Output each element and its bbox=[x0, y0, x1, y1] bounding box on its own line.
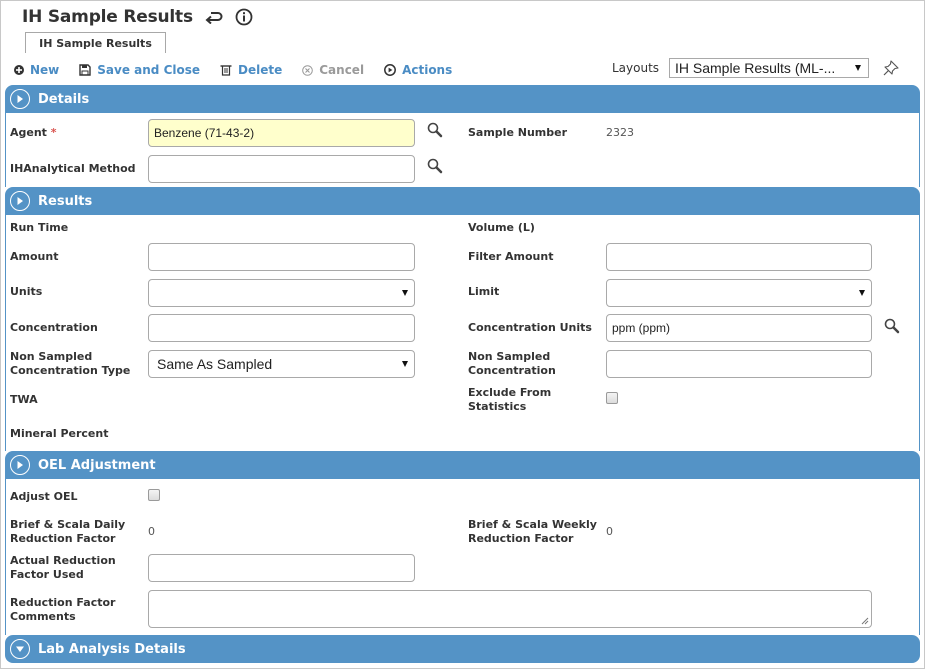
title-row: IH Sample Results bbox=[22, 6, 253, 28]
chevron-right-circle-icon bbox=[10, 89, 30, 109]
concentration-units-search-icon[interactable] bbox=[884, 318, 900, 338]
non-sampled-concentration-type-label: Non Sampled Concentration Type bbox=[10, 350, 131, 377]
adjust-oel-checkbox[interactable] bbox=[148, 489, 160, 501]
section-header-details[interactable]: Details bbox=[5, 85, 920, 113]
chevron-right-circle-icon bbox=[10, 455, 30, 475]
exclude-from-statistics-label: Exclude From Statistics bbox=[468, 386, 552, 413]
concentration-units-label: Concentration Units bbox=[468, 321, 592, 334]
concentration-units-input[interactable]: ppm (ppm) bbox=[606, 314, 872, 342]
mineral-percent-label: Mineral Percent bbox=[10, 427, 109, 440]
method-search-icon[interactable] bbox=[427, 158, 443, 178]
info-icon[interactable] bbox=[235, 8, 253, 26]
analytical-method-label: IHAnalytical Method bbox=[10, 162, 136, 175]
save-and-close-label: Save and Close bbox=[97, 63, 201, 77]
exclude-from-statistics-checkbox[interactable] bbox=[606, 392, 618, 404]
agent-label: Agent * bbox=[10, 126, 57, 139]
weekly-reduction-factor-value: 0 bbox=[606, 525, 613, 538]
chevron-down-circle-icon bbox=[10, 639, 30, 659]
section-body-results: Run Time Volume (L) Amount Filter Amount… bbox=[5, 215, 920, 451]
actual-reduction-factor-label: Actual Reduction Factor Used bbox=[10, 554, 116, 581]
trash-icon bbox=[220, 65, 232, 76]
agent-search-icon[interactable] bbox=[427, 122, 443, 142]
non-sampled-concentration-type-select[interactable]: Same As Sampled bbox=[148, 350, 415, 378]
play-circle-icon bbox=[384, 64, 397, 76]
chevron-down-icon bbox=[402, 361, 408, 367]
limit-select[interactable] bbox=[606, 279, 872, 307]
cancel-button[interactable]: Cancel bbox=[302, 63, 364, 77]
chevron-down-icon bbox=[855, 65, 861, 71]
volume-label: Volume (L) bbox=[468, 221, 535, 234]
section-header-lab-analysis-details[interactable]: Lab Analysis Details bbox=[5, 635, 920, 663]
section-header-results[interactable]: Results bbox=[5, 187, 920, 215]
units-label: Units bbox=[10, 285, 43, 298]
delete-button[interactable]: Delete bbox=[220, 63, 282, 77]
agent-input[interactable]: Benzene (71-43-2) bbox=[148, 119, 415, 147]
concentration-label: Concentration bbox=[10, 321, 98, 334]
resize-grip-icon[interactable] bbox=[861, 617, 869, 625]
cancel-label: Cancel bbox=[319, 63, 365, 77]
units-select[interactable] bbox=[148, 279, 415, 307]
new-button[interactable]: New bbox=[14, 63, 59, 77]
new-label: New bbox=[30, 63, 60, 77]
toolbar: New Save and Close Delete Cancel Actions bbox=[14, 61, 472, 79]
amount-input[interactable] bbox=[148, 243, 415, 271]
sample-number-value: 2323 bbox=[606, 126, 634, 139]
delete-label: Delete bbox=[238, 63, 283, 77]
daily-reduction-factor-value: 0 bbox=[148, 525, 155, 538]
concentration-input[interactable] bbox=[148, 314, 415, 342]
limit-label: Limit bbox=[468, 285, 500, 298]
twa-label: TWA bbox=[10, 393, 38, 406]
non-sampled-concentration-label: Non Sampled Concentration bbox=[468, 350, 556, 377]
chevron-down-icon bbox=[859, 290, 865, 296]
non-sampled-concentration-input[interactable] bbox=[606, 350, 872, 378]
tab-ih-sample-results[interactable]: IH Sample Results bbox=[25, 32, 166, 53]
section-body-details: Agent * Benzene (71-43-2) Sample Number … bbox=[5, 113, 920, 187]
actual-reduction-factor-input[interactable] bbox=[148, 554, 415, 582]
reduction-factor-comments-label: Reduction Factor Comments bbox=[10, 596, 116, 623]
sample-number-label: Sample Number bbox=[468, 126, 567, 139]
actions-button[interactable]: Actions bbox=[384, 63, 452, 77]
analytical-method-input[interactable] bbox=[148, 155, 415, 183]
section-header-oel-adjustment[interactable]: OEL Adjustment bbox=[5, 451, 920, 479]
page-title: IH Sample Results bbox=[22, 7, 193, 27]
amount-label: Amount bbox=[10, 250, 59, 263]
reduction-factor-comments-textarea[interactable] bbox=[148, 590, 872, 628]
filter-amount-input[interactable] bbox=[606, 243, 872, 271]
chevron-right-circle-icon bbox=[10, 191, 30, 211]
chevron-down-icon bbox=[402, 290, 408, 296]
weekly-reduction-factor-label: Brief & Scala Weekly Reduction Factor bbox=[468, 518, 597, 545]
save-icon bbox=[79, 64, 91, 76]
adjust-oel-label: Adjust OEL bbox=[10, 490, 78, 503]
plus-circle-icon bbox=[14, 65, 24, 75]
run-time-label: Run Time bbox=[10, 221, 69, 234]
pin-icon[interactable] bbox=[882, 59, 900, 81]
return-icon[interactable] bbox=[205, 10, 223, 24]
actions-label: Actions bbox=[402, 63, 453, 77]
layouts-select-value: IH Sample Results (ML-... bbox=[675, 60, 836, 76]
layouts-label: Layouts bbox=[612, 61, 660, 75]
layouts-select[interactable]: IH Sample Results (ML-... bbox=[669, 58, 869, 78]
cancel-circle-icon bbox=[302, 64, 314, 76]
section-title-results: Results bbox=[38, 193, 93, 209]
section-title-lab-analysis-details: Lab Analysis Details bbox=[38, 641, 186, 657]
daily-reduction-factor-label: Brief & Scala Daily Reduction Factor bbox=[10, 518, 126, 545]
required-marker: * bbox=[50, 126, 57, 139]
non-sampled-concentration-type-value: Same As Sampled bbox=[157, 356, 273, 372]
section-title-oel-adjustment: OEL Adjustment bbox=[38, 457, 156, 473]
filter-amount-label: Filter Amount bbox=[468, 250, 554, 263]
save-and-close-button[interactable]: Save and Close bbox=[79, 63, 200, 77]
section-body-oel-adjustment: Adjust OEL Brief & Scala Daily Reduction … bbox=[5, 479, 920, 635]
section-title-details: Details bbox=[38, 91, 90, 107]
